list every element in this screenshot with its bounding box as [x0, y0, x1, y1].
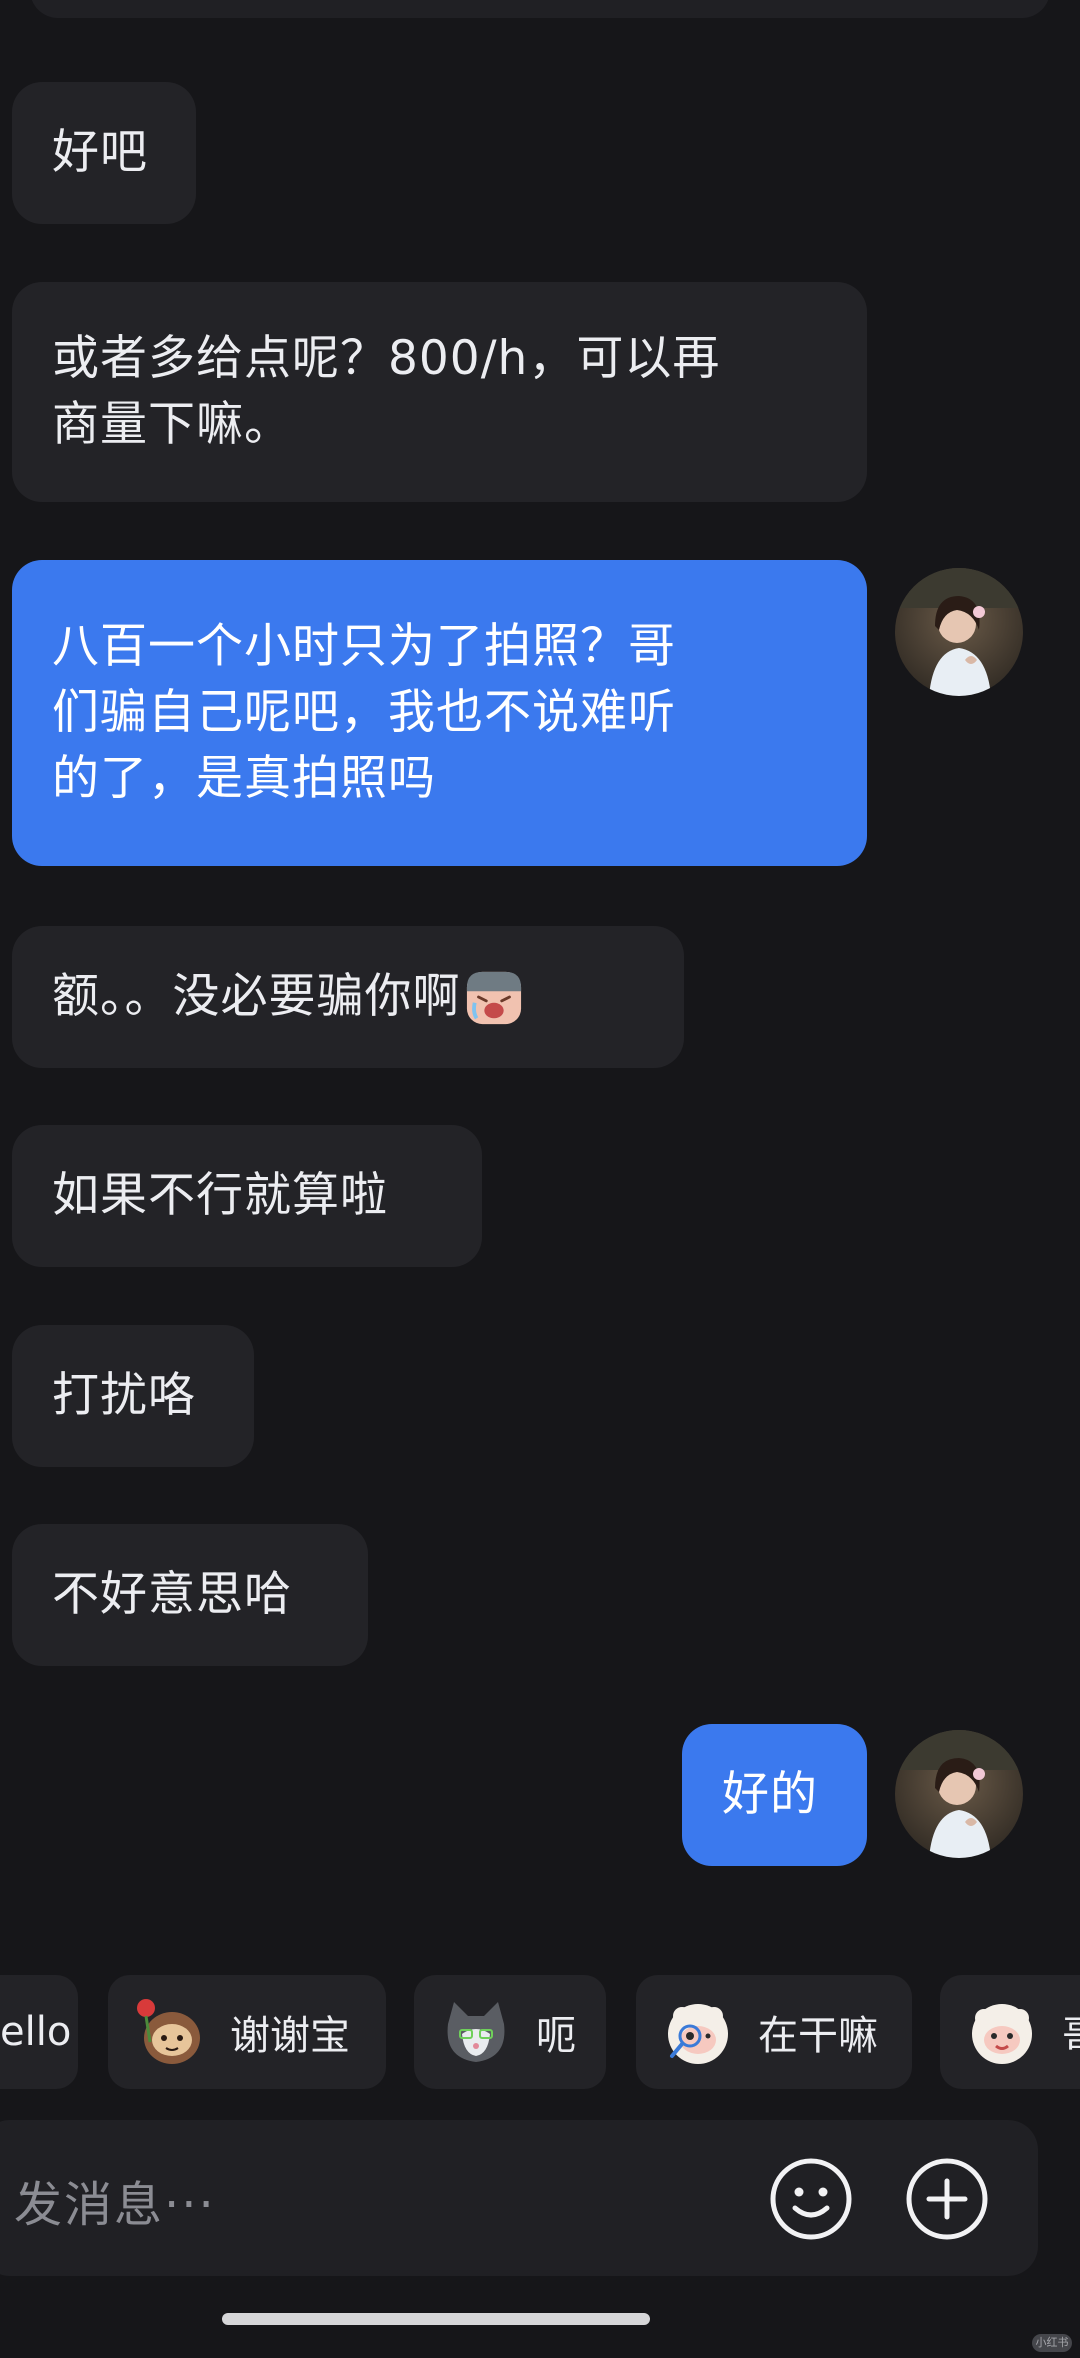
message-text-line: 八百一个小时只为了拍照？哥 — [52, 619, 676, 674]
message-text: 如果不行就算啦 — [52, 1168, 388, 1223]
message-bubble-incoming[interactable]: 好吧 — [12, 82, 196, 224]
message-text: 打扰咯 — [52, 1368, 196, 1423]
message-bubble-incoming[interactable]: 如果不行就算啦 — [12, 1125, 482, 1267]
message-text: 好吧 — [52, 125, 148, 180]
message-bubble-incoming[interactable]: 打扰咯 — [12, 1325, 254, 1467]
quick-sticker-label: 呃 — [536, 2013, 576, 2059]
quick-sticker-hello[interactable]: ello — [0, 1975, 78, 2089]
quick-sticker-label: 谢谢宝 — [230, 2013, 350, 2059]
message-composer: 发消息··· — [0, 2120, 1038, 2276]
quick-sticker-bar: ello 谢谢宝 呃 在干嘛 — [0, 1975, 1080, 2091]
user-avatar[interactable] — [895, 1730, 1023, 1858]
plus-icon — [906, 2158, 988, 2240]
message-bubble-incoming[interactable]: 不好意思哈 — [12, 1524, 368, 1666]
message-input[interactable]: 发消息··· — [14, 2165, 216, 2235]
message-text: 不好意思哈 — [52, 1567, 292, 1622]
home-indicator[interactable] — [222, 2313, 650, 2325]
sloth-rose-sticker — [137, 1999, 200, 2064]
emoji-button[interactable] — [768, 2156, 854, 2242]
quick-sticker-label: ello — [0, 2009, 72, 2055]
previous-card-edge — [30, 0, 1050, 18]
message-text-line: 或者多给点呢？800/h，可以再 — [52, 331, 721, 386]
message-bubble-outgoing[interactable]: 好的 — [682, 1724, 867, 1866]
sheep-magnifier-sticker — [668, 2004, 728, 2064]
message-bubble-outgoing[interactable]: 八百一个小时只为了拍照？哥 们骗自己呢吧，我也不说难听 的了，是真拍照吗 — [12, 560, 867, 866]
message-text-line: 的了，是真拍照吗 — [52, 751, 436, 806]
smile-icon — [770, 2158, 852, 2240]
message-bubble-incoming[interactable]: 或者多给点呢？800/h，可以再 商量下嘛。 — [12, 282, 867, 502]
quick-sticker-zaiganma[interactable]: 在干嘛 — [636, 1975, 912, 2089]
quick-sticker-thanks[interactable]: 谢谢宝 — [108, 1975, 386, 2089]
quick-sticker-label: 哥 — [1062, 2003, 1080, 2061]
sheep-sticker — [972, 2004, 1032, 2064]
message-bubble-incoming[interactable]: 额。。没必要骗你啊 — [12, 926, 684, 1068]
watermark: 小红书 — [1032, 2334, 1072, 2352]
user-avatar[interactable] — [895, 568, 1023, 696]
cat-sticker — [447, 2002, 505, 2062]
quick-sticker-label: 在干嘛 — [758, 2013, 878, 2059]
plus-button[interactable] — [904, 2156, 990, 2242]
quick-sticker-ge[interactable]: 哥 — [940, 1975, 1080, 2089]
message-text: 好的 — [722, 1767, 818, 1822]
message-text: 额。。没必要骗你啊 — [52, 969, 461, 1024]
crying-face-emoji — [466, 971, 521, 1025]
message-text-line: 们骗自己呢吧，我也不说难听 — [52, 685, 676, 740]
message-text-line: 商量下嘛。 — [52, 397, 292, 452]
quick-sticker-er[interactable]: 呃 — [414, 1975, 606, 2089]
